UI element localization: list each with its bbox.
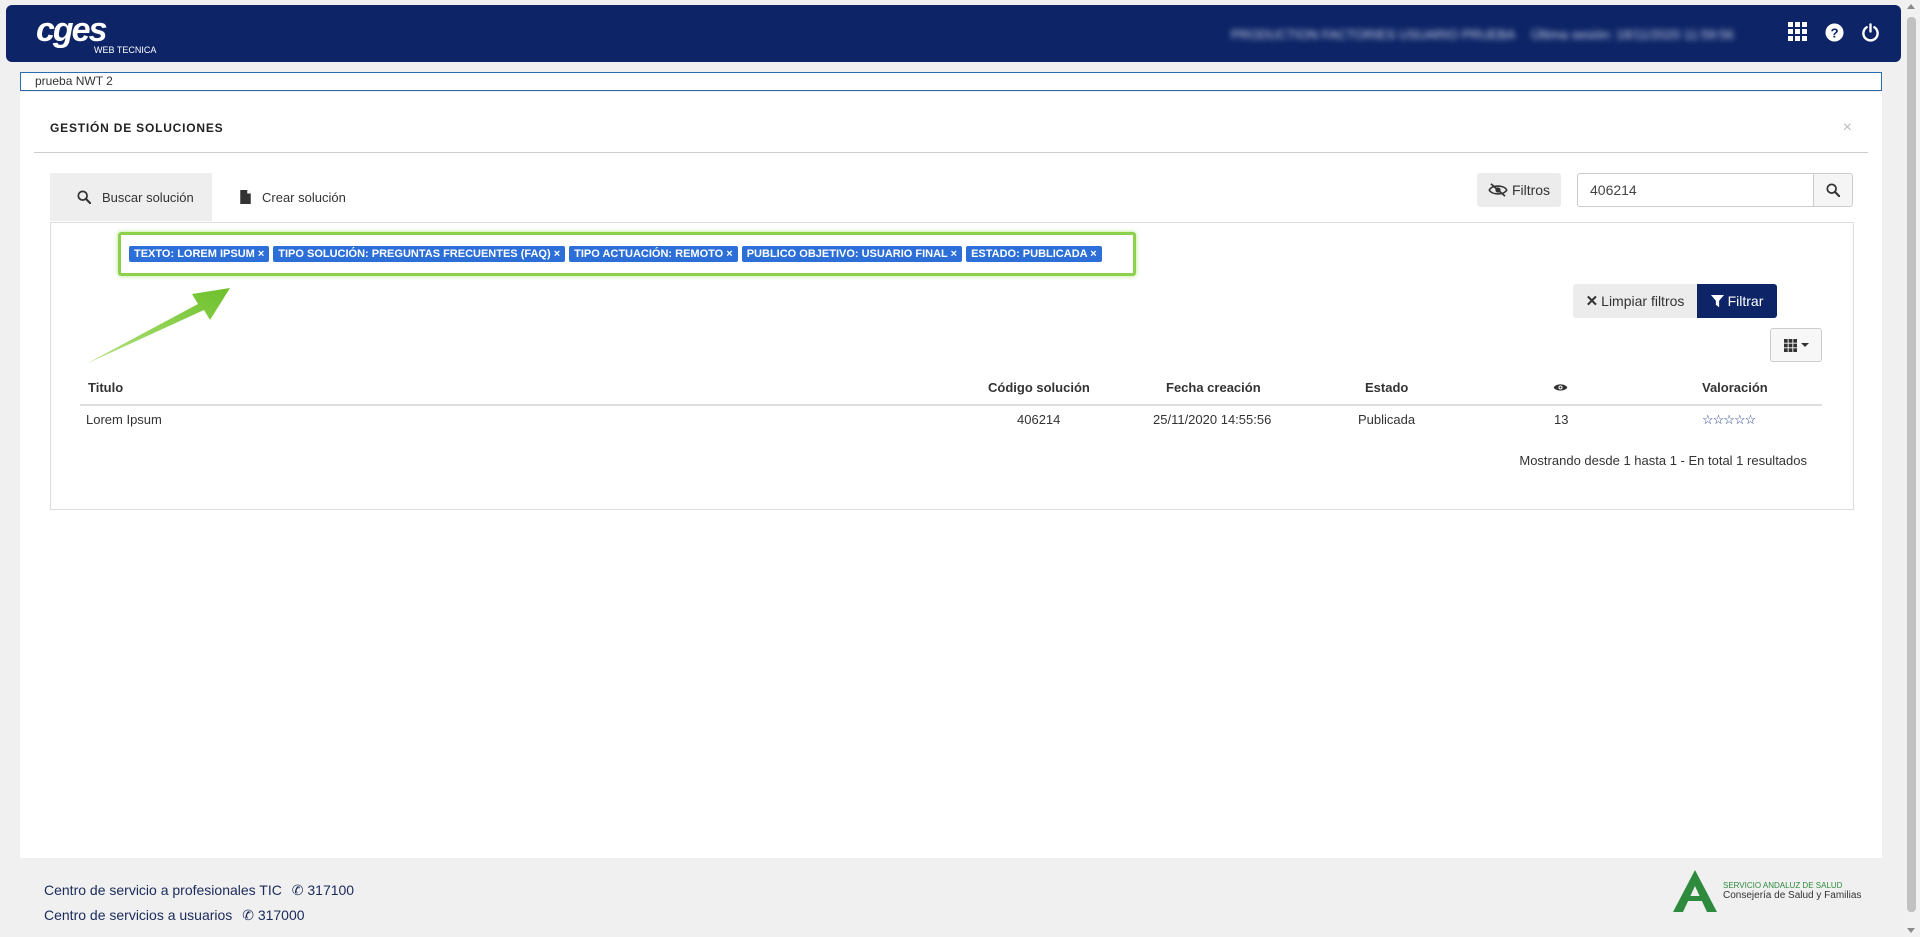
cges-logo[interactable]: cges WEB TECNICA — [36, 11, 156, 55]
filters-toggle-button[interactable]: Filtros — [1477, 173, 1561, 207]
cell-codigo: 406214 — [1017, 412, 1061, 427]
scrollbar-thumb[interactable] — [1907, 17, 1916, 912]
clear-filters-button[interactable]: ✕ Limpiar filtros — [1573, 284, 1697, 318]
footer-tic-label: Centro de servicio a profesionales TIC — [44, 882, 282, 898]
cell-valoracion-stars[interactable]: ☆☆☆☆☆ — [1702, 412, 1756, 428]
session-info: Última sesión: 18/11/2020 11:59:56 — [1531, 27, 1734, 42]
svg-text:?: ? — [1830, 25, 1838, 40]
filter-funnel-icon — [1710, 294, 1724, 307]
grid-columns-icon — [1783, 338, 1797, 352]
filter-tag-tipo-solucion[interactable]: TIPO SOLUCIÓN: PREGUNTAS FRECUENTES (FAQ… — [273, 246, 566, 262]
junta-andalucia-logo-icon — [1673, 870, 1717, 912]
annotation-arrow-icon — [86, 288, 230, 364]
phone-icon: ✆ — [291, 882, 304, 898]
table-header-divider — [80, 404, 1822, 406]
power-icon[interactable] — [1859, 21, 1881, 43]
top-icons: ? — [1787, 21, 1881, 43]
page-title: GESTIÓN DE SOLUCIONES — [50, 121, 224, 135]
eye-icon — [1553, 384, 1568, 391]
apps-grid-icon[interactable] — [1787, 21, 1809, 43]
top-navbar: cges WEB TECNICA PRODUCTION FACTORIES US… — [6, 5, 1901, 62]
page-scrollbar[interactable] — [1903, 0, 1920, 937]
search-icon — [1826, 183, 1840, 197]
logo-sub-text: WEB TECNICA — [94, 45, 157, 55]
sas-logo: SERVICIO ANDALUZ DE SALUD Consejería de … — [1673, 870, 1861, 912]
eye-slash-icon — [1488, 183, 1508, 197]
active-filters-highlight: TEXTO: LOREM IPSUM × TIPO SOLUCIÓN: PREG… — [118, 232, 1136, 276]
search-input[interactable] — [1577, 173, 1813, 207]
search-button[interactable] — [1813, 173, 1853, 207]
apply-filter-button[interactable]: Filtrar — [1697, 284, 1777, 318]
footer-usuarios-phone: 317000 — [257, 907, 305, 923]
logo-main-text: cges — [36, 11, 107, 49]
footer-usuarios-label: Centro de servicios a usuarios — [44, 907, 233, 923]
columns-menu-button[interactable] — [1770, 328, 1822, 362]
context-field[interactable]: prueba NWT 2 — [20, 72, 1882, 91]
scroll-down-icon[interactable] — [1907, 928, 1915, 933]
footer-tic-phone: 317100 — [307, 882, 355, 898]
filter-tag-texto[interactable]: TEXTO: LOREM IPSUM × — [129, 246, 270, 262]
close-icon[interactable]: × — [1843, 119, 1852, 137]
scroll-up-icon[interactable] — [1907, 4, 1915, 9]
column-header-valoracion[interactable]: Valoración — [1702, 380, 1768, 395]
filter-tag-tipo-actuacion[interactable]: TIPO ACTUACIÓN: REMOTO × — [569, 246, 738, 262]
column-header-titulo[interactable]: Titulo — [88, 380, 123, 395]
column-header-fecha[interactable]: Fecha creación — [1166, 380, 1261, 395]
results-summary: Mostrando desde 1 hasta 1 - En total 1 r… — [1519, 453, 1807, 468]
tab-label: Crear solución — [262, 189, 346, 205]
column-header-codigo[interactable]: Código solución — [988, 380, 1090, 395]
cell-titulo[interactable]: Lorem Ipsum — [86, 412, 162, 427]
caret-down-icon — [1800, 343, 1809, 347]
document-icon — [240, 190, 251, 204]
sas-line1: SERVICIO ANDALUZ DE SALUD — [1723, 881, 1843, 890]
column-header-estado[interactable]: Estado — [1365, 380, 1408, 395]
sas-line2: Consejería de Salud y Familias — [1723, 890, 1862, 901]
tab-buscar-solucion[interactable]: Buscar solución — [50, 173, 212, 221]
apply-filter-label: Filtrar — [1727, 293, 1764, 309]
tab-label: Buscar solución — [102, 189, 194, 205]
close-icon: ✕ — [1585, 293, 1599, 310]
user-info: PRODUCTION FACTORIES USUARIO PRUEBA — [1231, 27, 1516, 42]
search-icon — [77, 190, 91, 204]
tab-crear-solucion[interactable]: Crear solución — [240, 173, 346, 221]
column-header-views[interactable] — [1553, 381, 1568, 396]
filters-label: Filtros — [1511, 182, 1551, 198]
help-icon[interactable]: ? — [1823, 21, 1845, 43]
title-divider — [34, 152, 1868, 153]
footer-line-tic: Centro de servicio a profesionales TIC ✆… — [44, 882, 354, 899]
phone-icon: ✆ — [242, 907, 254, 923]
cell-vistas: 13 — [1554, 412, 1569, 427]
filter-tag-estado[interactable]: ESTADO: PUBLICADA × — [966, 246, 1102, 262]
footer-line-usuarios: Centro de servicios a usuarios ✆ 317000 — [44, 907, 305, 924]
cell-estado: Publicada — [1358, 412, 1416, 427]
filter-tag-publico-objetivo[interactable]: PUBLICO OBJETIVO: USUARIO FINAL × — [741, 246, 963, 262]
clear-filters-label: Limpiar filtros — [1601, 293, 1685, 309]
cell-fecha: 25/11/2020 14:55:56 — [1153, 412, 1272, 427]
